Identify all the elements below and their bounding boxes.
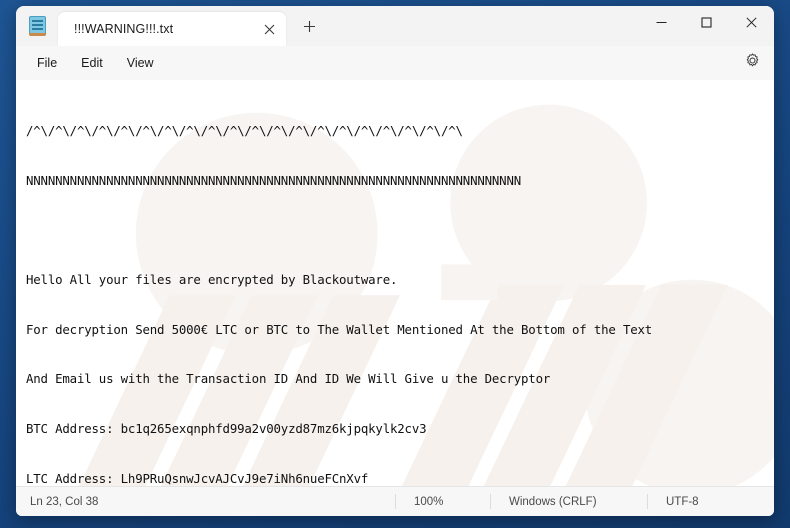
notepad-window: !!!WARNING!!!.txt File Edit View /^\/^\/… xyxy=(16,6,774,516)
text-line: Hello All your files are encrypted by Bl… xyxy=(26,272,398,288)
maximize-button[interactable] xyxy=(684,6,729,39)
title-bar: !!!WARNING!!!.txt xyxy=(16,6,774,46)
text-line: /^\/^\/^\/^\/^\/^\/^\/^\/^\/^\/^\/^\/^\/… xyxy=(26,123,463,139)
close-window-button[interactable] xyxy=(729,6,774,39)
menu-item-edit[interactable]: Edit xyxy=(70,51,114,75)
text-editor-area[interactable]: /^\/^\/^\/^\/^\/^\/^\/^\/^\/^\/^\/^\/^\/… xyxy=(16,80,774,486)
maximize-icon xyxy=(701,17,712,28)
status-bar: Ln 23, Col 38 100% Windows (CRLF) UTF-8 xyxy=(16,486,774,516)
text-line: And Email us with the Transaction ID And… xyxy=(26,371,551,387)
window-controls xyxy=(639,6,774,39)
text-line: LTC Address: Lh9PRuQsnwJcvAJCvJ9e7iNh6nu… xyxy=(26,470,369,486)
desktop-background: !!!WARNING!!!.txt File Edit View /^\/^\/… xyxy=(0,0,790,528)
document-text[interactable]: /^\/^\/^\/^\/^\/^\/^\/^\/^\/^\/^\/^\/^\/… xyxy=(16,80,774,486)
status-encoding[interactable]: UTF-8 xyxy=(647,494,774,509)
status-line-ending[interactable]: Windows (CRLF) xyxy=(490,494,647,509)
text-line: For decryption Send 5000€ LTC or BTC to … xyxy=(26,321,653,337)
minimize-icon xyxy=(656,17,667,28)
minimize-button[interactable] xyxy=(639,6,684,39)
settings-button[interactable] xyxy=(738,50,766,76)
new-tab-button[interactable] xyxy=(292,12,326,46)
gear-icon xyxy=(745,53,760,73)
status-zoom-level[interactable]: 100% xyxy=(395,494,490,509)
menu-item-view[interactable]: View xyxy=(116,51,165,75)
menu-bar: File Edit View xyxy=(16,46,774,80)
tab-title-label: !!!WARNING!!!.txt xyxy=(74,22,174,36)
text-line xyxy=(26,222,774,239)
app-icon-container xyxy=(16,6,58,46)
close-tab-icon[interactable] xyxy=(256,16,282,42)
notepad-icon xyxy=(28,16,46,36)
text-line: BTC Address: bc1q265exqnphfd99a2v00yzd87… xyxy=(26,420,427,436)
close-icon xyxy=(746,17,757,28)
menu-item-file[interactable]: File xyxy=(26,51,68,75)
text-line: NNNNNNNNNNNNNNNNNNNNNNNNNNNNNNNNNNNNNNNN… xyxy=(26,172,522,188)
plus-icon xyxy=(303,20,316,38)
tab-warning-txt[interactable]: !!!WARNING!!!.txt xyxy=(58,12,286,46)
status-cursor-position: Ln 23, Col 38 xyxy=(30,495,99,508)
